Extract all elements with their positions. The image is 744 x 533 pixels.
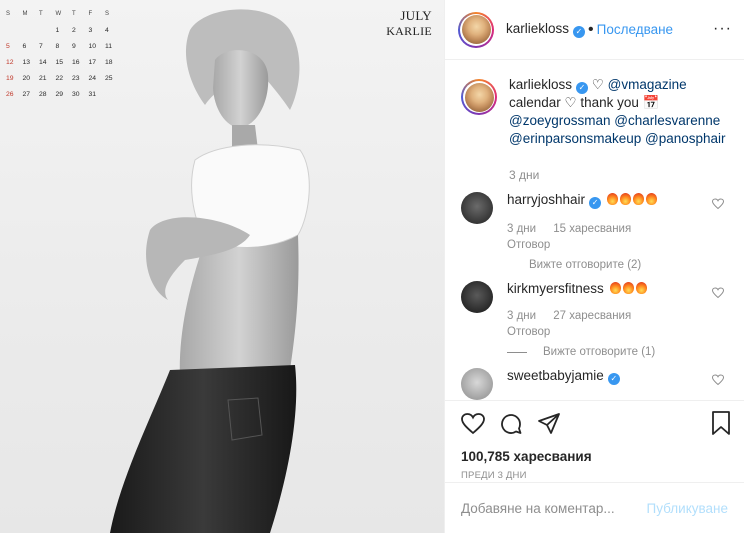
post-time[interactable]: ПРЕДИ 3 ДНИ [461, 470, 728, 481]
caption-fragment: calendar ♡ thank you 📅 [509, 95, 660, 110]
mention-link[interactable]: @vmagazine [608, 77, 687, 92]
more-options-icon[interactable]: ··· [713, 20, 732, 38]
username-text[interactable]: karliekloss [509, 77, 572, 92]
caption-fragment: ♡ [591, 77, 608, 92]
mention-link[interactable]: @charlesvarenne [614, 113, 720, 128]
comment-item: harryjoshhair ✓ 3 дни 15 харесвания Отгов… [461, 192, 728, 271]
post-actions: 100,785 харесвания ПРЕДИ 3 ДНИ [445, 400, 744, 482]
comment-input[interactable] [461, 500, 647, 516]
fire-emoji-icon [608, 281, 647, 296]
replies-divider [507, 351, 527, 353]
caption-text: karliekloss ✓ ♡ @vmagazine calendar ♡ tha… [509, 76, 728, 148]
avatar[interactable] [461, 192, 493, 224]
separator-dot: • [588, 20, 594, 38]
avatar-image [464, 82, 494, 112]
view-replies-button[interactable]: Вижте отговорите (1) [507, 346, 655, 358]
like-heart-icon[interactable] [461, 412, 485, 436]
mention-link[interactable]: @zoeygrossman [509, 113, 611, 128]
comment-time[interactable]: 3 дни [507, 223, 536, 235]
header-username[interactable]: karliekloss ✓ [506, 21, 586, 38]
caption-username[interactable]: karliekloss ✓ [509, 77, 589, 94]
verified-badge-icon: ✓ [573, 26, 586, 38]
comment-username[interactable]: kirkmyersfitness [507, 281, 604, 296]
fire-emoji-icon [605, 192, 657, 207]
comment-item: sweetbabyjamie ✓ [461, 368, 728, 400]
post-header: karliekloss ✓ • Последване ··· [445, 0, 744, 60]
verified-badge-icon: ✓ [589, 197, 602, 209]
reply-button[interactable]: Отговор [507, 239, 657, 251]
comment-time[interactable]: 3 дни [507, 310, 536, 322]
mention-link[interactable]: @erinparsonsmakeup [509, 131, 641, 146]
view-replies-label[interactable]: Вижте отговорите (2) [529, 259, 641, 271]
comment-username[interactable]: sweetbabyjamie [507, 368, 604, 383]
publish-button[interactable]: Публикуване [647, 501, 728, 516]
follow-button[interactable]: Последване [597, 22, 673, 37]
comments-list[interactable]: karliekloss ✓ ♡ @vmagazine calendar ♡ tha… [445, 60, 744, 400]
comment-item: kirkmyersfitness 3 дни 27 харесвания Отг… [461, 281, 728, 358]
post-photo[interactable]: S M T W T F S 1 2 3 4 5 6 7 8 9 10 11 12 [0, 0, 444, 533]
mention-link[interactable]: @panosphair [645, 131, 726, 146]
comment-username[interactable]: harryjoshhair [507, 192, 585, 207]
comment-bubble-icon[interactable] [499, 412, 523, 436]
reply-button[interactable]: Отговор [507, 326, 655, 338]
username-text[interactable]: karliekloss [506, 21, 569, 36]
comment-body: harryjoshhair ✓ 3 дни 15 харесвания Отгов… [507, 192, 657, 271]
post-caption: karliekloss ✓ ♡ @vmagazine calendar ♡ tha… [461, 76, 728, 148]
avatar[interactable] [461, 281, 493, 313]
comment-heart-icon[interactable] [712, 374, 724, 386]
likes-count[interactable]: 100,785 харесвания [461, 449, 728, 464]
caption-time[interactable]: 3 дни [509, 168, 728, 182]
save-bookmark-icon[interactable] [710, 411, 732, 435]
comment-body: kirkmyersfitness 3 дни 27 харесвания Отг… [507, 281, 655, 358]
action-icons [461, 411, 728, 437]
share-direct-icon[interactable] [537, 412, 561, 436]
post-sidebar: karliekloss ✓ • Последване ··· karlieklos… [444, 0, 744, 533]
model-figure [110, 9, 310, 533]
view-replies-label[interactable]: Вижте отговорите (1) [543, 346, 655, 358]
comment-heart-icon[interactable] [712, 287, 724, 299]
avatar[interactable] [461, 368, 493, 400]
avatar[interactable] [458, 11, 494, 48]
comment-meta: 3 дни 15 харесвания [507, 223, 657, 235]
comment-heart-icon[interactable] [712, 198, 724, 210]
view-replies-button[interactable]: Вижте отговорите (2) [529, 259, 657, 271]
comment-meta: 3 дни 27 харесвания [507, 310, 655, 322]
add-comment-bar: Публикуване [445, 482, 744, 533]
avatar-image [461, 15, 491, 44]
verified-badge-icon: ✓ [576, 82, 589, 94]
comment-likes[interactable]: 27 харесвания [553, 310, 631, 322]
avatar[interactable] [461, 79, 497, 115]
comment-likes[interactable]: 15 харесвания [553, 223, 631, 235]
comment-body: sweetbabyjamie ✓ [507, 368, 620, 400]
verified-badge-icon: ✓ [607, 373, 620, 385]
